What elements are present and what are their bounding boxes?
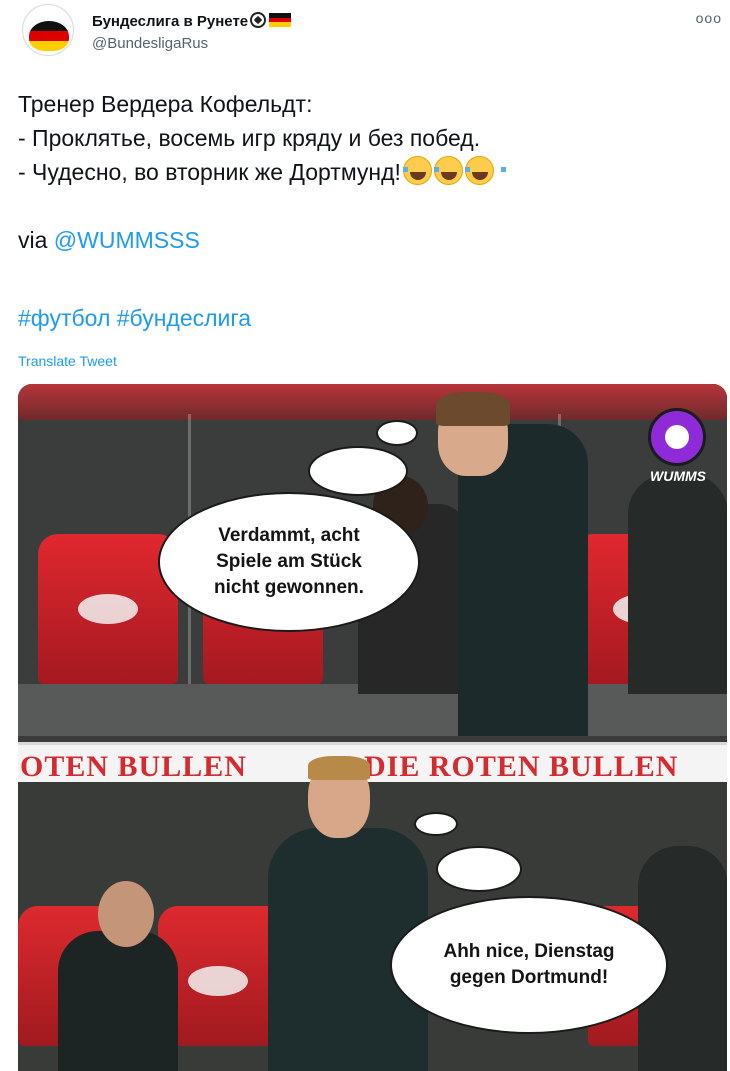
author-handle[interactable]: @BundesligaRus: [92, 35, 208, 52]
translate-tweet-link[interactable]: Translate Tweet: [18, 353, 117, 369]
thought-bottom-line-1: Ahh nice, Dienstag: [443, 941, 615, 962]
assistant-head: [98, 881, 154, 947]
tweet-text: Тренер Вердера Кофельдт: - Проклятье, во…: [18, 87, 708, 335]
ad-banner: OTEN BULLEN DIE ROTEN BULLEN: [18, 742, 727, 783]
germany-flag-helmet-icon: [29, 21, 69, 51]
club-logo-icon: [188, 966, 248, 996]
coach-hair: [308, 756, 370, 780]
thought-bubble-bottom-text: Ahh nice, Dienstag gegen Dortmund!: [410, 906, 648, 1024]
meme-bottom-panel: OTEN BULLEN DIE ROTEN BULLEN Ahh nice, D…: [18, 736, 727, 1071]
staff-figure: [628, 474, 727, 694]
tears-of-joy-emoji-icon: [433, 156, 475, 185]
meme-top-panel: WUMMS Verdammt, acht Spiele am Stück nic…: [18, 384, 727, 736]
tears-of-joy-emoji-icon: [402, 156, 444, 185]
wumms-watermark: WUMMS: [650, 468, 706, 484]
red-seat: [38, 534, 178, 684]
tweet-line-3: - Чудесно, во вторник же Дортмунд!: [18, 155, 708, 189]
soccer-ball-icon: [250, 12, 267, 28]
hashtag-bundesliga-link[interactable]: #бундеслига: [117, 305, 251, 331]
hashtags-line: #футбол #бундеслига: [18, 301, 708, 335]
hashtag-football-link[interactable]: #футбол: [18, 305, 110, 331]
thought-top-line-3: nicht gewonnen.: [214, 577, 364, 598]
coach-hair: [436, 392, 510, 426]
more-options-icon[interactable]: ooo: [696, 10, 722, 26]
author-name[interactable]: Бундеслига в Рунете: [92, 13, 248, 30]
thought-dot-medium: [308, 446, 408, 496]
thought-top-line-1: Verdammt, acht: [218, 525, 360, 546]
tweet-media-image[interactable]: WUMMS Verdammt, acht Spiele am Stück nic…: [18, 384, 727, 1071]
author-name-line[interactable]: Бундеслига в Рунете: [92, 12, 292, 30]
thought-dot-medium: [436, 846, 522, 892]
dugout-roof: [18, 384, 727, 420]
via-line: via @WUMMSSS: [18, 223, 708, 257]
thought-dot-small: [414, 812, 458, 836]
thought-bubble-top-text: Verdammt, acht Spiele am Stück nicht gew…: [178, 502, 400, 622]
banner-text-right: DIE ROTEN BULLEN: [364, 750, 679, 783]
author-avatar[interactable]: [22, 4, 74, 56]
club-logo-icon: [78, 594, 138, 624]
via-prefix: via: [18, 227, 54, 253]
tweet-line-2: - Проклятье, восемь игр кряду и без побе…: [18, 125, 481, 151]
thought-top-line-2: Spiele am Stück: [216, 551, 362, 572]
assistant-figure: [58, 931, 178, 1071]
thought-dot-small: [376, 420, 418, 446]
tweet-line-3-text: - Чудесно, во вторник же Дортмунд!: [18, 159, 401, 185]
thought-bottom-line-2: gegen Dortmund!: [449, 967, 609, 988]
tweet-header: Бундеслига в Рунете @BundesligaRus ooo: [22, 4, 722, 64]
banner-text-left: OTEN BULLEN: [20, 750, 247, 783]
wumms-logo-icon: [648, 408, 706, 466]
germany-flag-icon: [269, 13, 292, 27]
tears-of-joy-emoji-icon: [464, 156, 506, 185]
tweet-line-1: Тренер Вердера Кофельдт:: [18, 91, 313, 117]
via-mention-link[interactable]: @WUMMSSS: [54, 227, 200, 253]
